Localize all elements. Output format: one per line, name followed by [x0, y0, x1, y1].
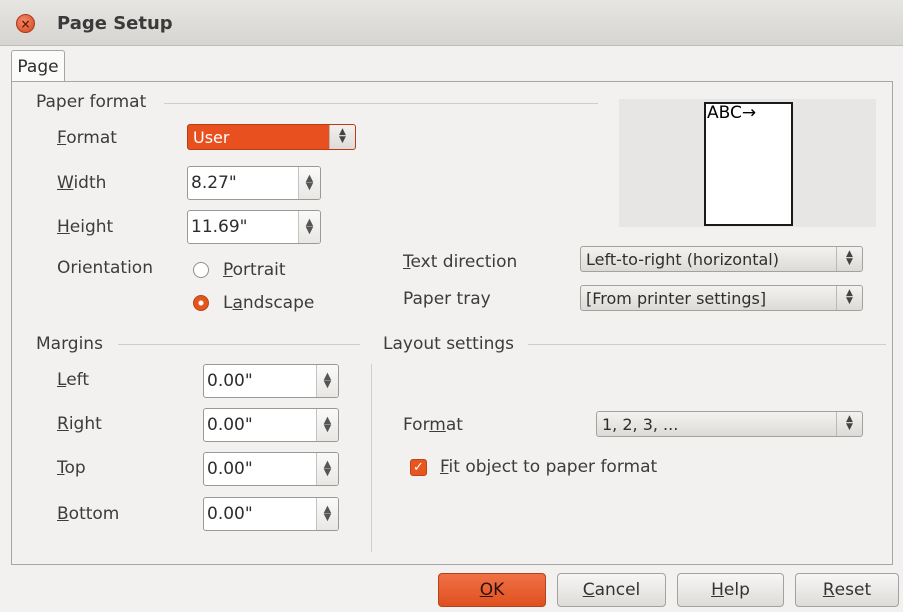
chevron-updown-icon: ▲ ▼ [836, 286, 862, 310]
divider [164, 103, 598, 104]
width-stepper[interactable]: 8.27" ▲ ▼ [187, 166, 321, 200]
height-stepper[interactable]: 11.69" ▲ ▼ [187, 210, 321, 244]
height-label: Height [57, 217, 114, 237]
left-margin-label: Left [57, 370, 89, 390]
spin-arrows-icon[interactable]: ▲ ▼ [298, 211, 320, 243]
chevron-updown-icon: ▲ ▼ [836, 412, 862, 436]
landscape-radio[interactable] [193, 295, 209, 311]
layout-format-select[interactable]: 1, 2, 3, ... ▲ ▼ [596, 411, 863, 437]
portrait-label[interactable]: Portrait [223, 260, 286, 280]
divider [371, 364, 372, 552]
right-margin-label: Right [57, 414, 102, 434]
bottom-margin-stepper[interactable]: 0.00" ▲ ▼ [203, 497, 339, 531]
right-margin-stepper[interactable]: 0.00" ▲ ▼ [203, 408, 339, 442]
margins-heading: Margins [36, 334, 103, 354]
divider [118, 344, 360, 345]
text-direction-label: Text direction [403, 252, 518, 272]
reset-button[interactable]: Reset [795, 573, 899, 607]
layout-settings-heading: Layout settings [383, 334, 514, 354]
chevron-updown-icon: ▲ ▼ [329, 125, 355, 149]
paper-tray-select[interactable]: [From printer settings] ▲ ▼ [580, 285, 863, 311]
paper-format-heading: Paper format [36, 92, 147, 112]
top-margin-stepper[interactable]: 0.00" ▲ ▼ [203, 452, 339, 486]
format-label: Format [57, 128, 117, 148]
text-direction-select[interactable]: Left-to-right (horizontal) ▲ ▼ [580, 246, 863, 272]
paper-tray-label: Paper tray [403, 289, 491, 309]
tab-page[interactable]: Page [11, 50, 65, 82]
chevron-updown-icon: ▲ ▼ [836, 247, 862, 271]
portrait-radio[interactable] [193, 262, 209, 278]
close-icon[interactable]: × [16, 14, 35, 33]
cancel-button[interactable]: Cancel [557, 573, 666, 607]
layout-format-label: Format [403, 415, 463, 435]
left-margin-stepper[interactable]: 0.00" ▲ ▼ [203, 364, 339, 398]
spin-arrows-icon[interactable]: ▲ ▼ [316, 453, 338, 485]
divider [528, 344, 886, 345]
top-margin-label: Top [57, 458, 86, 478]
window-title: Page Setup [57, 13, 173, 34]
orientation-label: Orientation [57, 258, 153, 278]
preview-page: ABC→ [704, 102, 793, 226]
spin-arrows-icon[interactable]: ▲ ▼ [298, 167, 320, 199]
spin-arrows-icon[interactable]: ▲ ▼ [316, 498, 338, 530]
width-label: Width [57, 173, 107, 193]
fit-object-checkbox[interactable]: ✓ [410, 459, 427, 476]
spin-arrows-icon[interactable]: ▲ ▼ [316, 365, 338, 397]
landscape-label[interactable]: Landscape [223, 293, 314, 313]
bottom-margin-label: Bottom [57, 504, 120, 524]
format-select[interactable]: User ▲ ▼ [187, 124, 356, 150]
fit-object-label[interactable]: Fit object to paper format [440, 457, 657, 477]
spin-arrows-icon[interactable]: ▲ ▼ [316, 409, 338, 441]
help-button[interactable]: Help [677, 573, 784, 607]
ok-button[interactable]: OK [438, 573, 546, 607]
